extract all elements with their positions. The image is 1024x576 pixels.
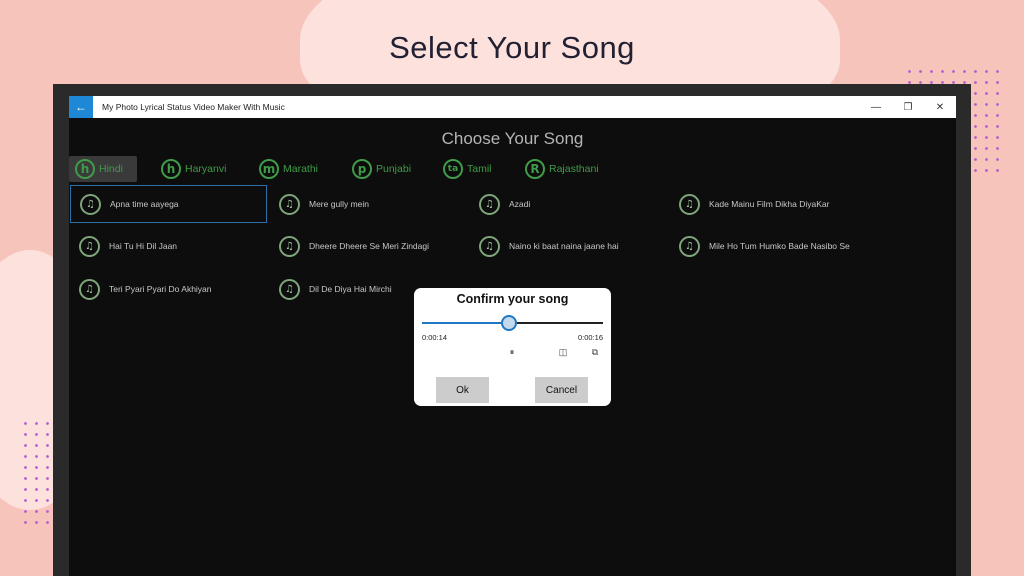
song-item[interactable]: ♫ Mere gully mein: [270, 185, 467, 223]
restore-icon[interactable]: ❐: [892, 96, 924, 118]
window-controls: — ❐ ✕: [860, 96, 956, 118]
tab-label: Marathi: [283, 163, 319, 175]
seek-progress: [422, 322, 509, 324]
song-title: Mile Ho Tum Humko Bade Nasibo Se: [709, 241, 850, 251]
song-title: Dil De Diya Hai Mirchi: [309, 284, 392, 294]
tab-label: Punjabi: [376, 163, 412, 175]
song-item[interactable]: ♫ Apna time aayega: [70, 185, 267, 223]
confirm-song-dialog: Confirm your song 0:00:14 0:00:16 ⏸ ◫ ⧉ …: [414, 288, 611, 406]
minimize-icon[interactable]: —: [860, 96, 892, 118]
song-title: Dheere Dheere Se Meri Zindagi: [309, 241, 430, 251]
close-icon[interactable]: ✕: [924, 96, 956, 118]
window-title: My Photo Lyrical Status Video Maker With…: [102, 102, 285, 112]
captions-icon[interactable]: ◫: [554, 345, 572, 359]
music-note-icon: ♫: [80, 193, 101, 215]
tab-label: Rajasthani: [549, 163, 599, 175]
music-note-icon: ♫: [279, 235, 300, 257]
tab-hindi[interactable]: h Hindi: [69, 156, 137, 182]
music-note-icon: ♫: [279, 278, 300, 300]
tab-marathi[interactable]: m Marathi: [253, 156, 324, 182]
song-item[interactable]: ♫ Hai Tu Hi Dil Jaan: [70, 227, 267, 265]
marathi-m-icon: m: [259, 159, 279, 179]
seek-thumb[interactable]: [500, 315, 517, 331]
song-item[interactable]: ♫ Dheere Dheere Se Meri Zindagi: [270, 227, 467, 265]
tamil-ta-icon: ta: [443, 159, 463, 179]
tab-punjabi[interactable]: p Punjabi: [346, 156, 417, 182]
tab-haryanvi[interactable]: h Haryanvi: [155, 156, 232, 182]
cancel-button[interactable]: Cancel: [535, 377, 588, 403]
tab-rajasthani[interactable]: R Rajasthani: [519, 156, 605, 182]
current-time: 0:00:14: [422, 333, 448, 342]
music-note-icon: ♫: [479, 235, 500, 257]
song-title: Naino ki baat naina jaane hai: [509, 241, 619, 251]
music-note-icon: ♫: [79, 278, 100, 300]
song-item[interactable]: ♫ Teri Pyari Pyari Do Akhiyan: [70, 270, 267, 308]
music-note-icon: ♫: [479, 193, 500, 215]
pause-icon[interactable]: ⏸: [503, 345, 521, 359]
song-title: Apna time aayega: [110, 199, 179, 209]
song-item[interactable]: ♫ Azadi: [470, 185, 667, 223]
tab-label: Hindi: [99, 163, 123, 175]
tab-label: Haryanvi: [185, 163, 227, 175]
music-note-icon: ♫: [679, 193, 700, 215]
page-title: Choose Your Song: [441, 129, 584, 148]
music-note-icon: ♫: [279, 193, 300, 215]
punjabi-p-icon: p: [352, 159, 372, 179]
back-icon[interactable]: ←: [69, 96, 93, 118]
music-note-icon: ♫: [679, 235, 700, 257]
seek-bar[interactable]: [422, 315, 603, 331]
title-bar: ← My Photo Lyrical Status Video Maker Wi…: [69, 96, 956, 118]
song-item[interactable]: ♫ Naino ki baat naina jaane hai: [470, 227, 667, 265]
promo-headline: Select Your Song: [389, 30, 635, 65]
song-title: Hai Tu Hi Dil Jaan: [109, 241, 178, 251]
song-item[interactable]: ♫ Kade Mainu Film Dikha DiyaKar: [670, 185, 867, 223]
dot-pattern-left: [20, 418, 56, 528]
song-title: Kade Mainu Film Dikha DiyaKar: [709, 199, 830, 209]
total-time: 0:00:16: [577, 333, 603, 342]
tab-label: Tamil: [467, 163, 492, 175]
rajasthani-r-icon: R: [525, 159, 545, 179]
ok-button[interactable]: Ok: [436, 377, 489, 403]
song-title: Mere gully mein: [309, 199, 369, 209]
haryanvi-h-icon: h: [161, 159, 181, 179]
dialog-title: Confirm your song: [456, 292, 569, 306]
hindi-h-icon: h: [75, 159, 95, 179]
cast-icon[interactable]: ⧉: [586, 345, 604, 359]
tab-tamil[interactable]: ta Tamil: [437, 156, 498, 182]
song-title: Azadi: [509, 199, 531, 209]
song-title: Teri Pyari Pyari Do Akhiyan: [109, 284, 212, 294]
music-note-icon: ♫: [79, 235, 100, 257]
song-item[interactable]: ♫ Mile Ho Tum Humko Bade Nasibo Se: [670, 227, 880, 265]
